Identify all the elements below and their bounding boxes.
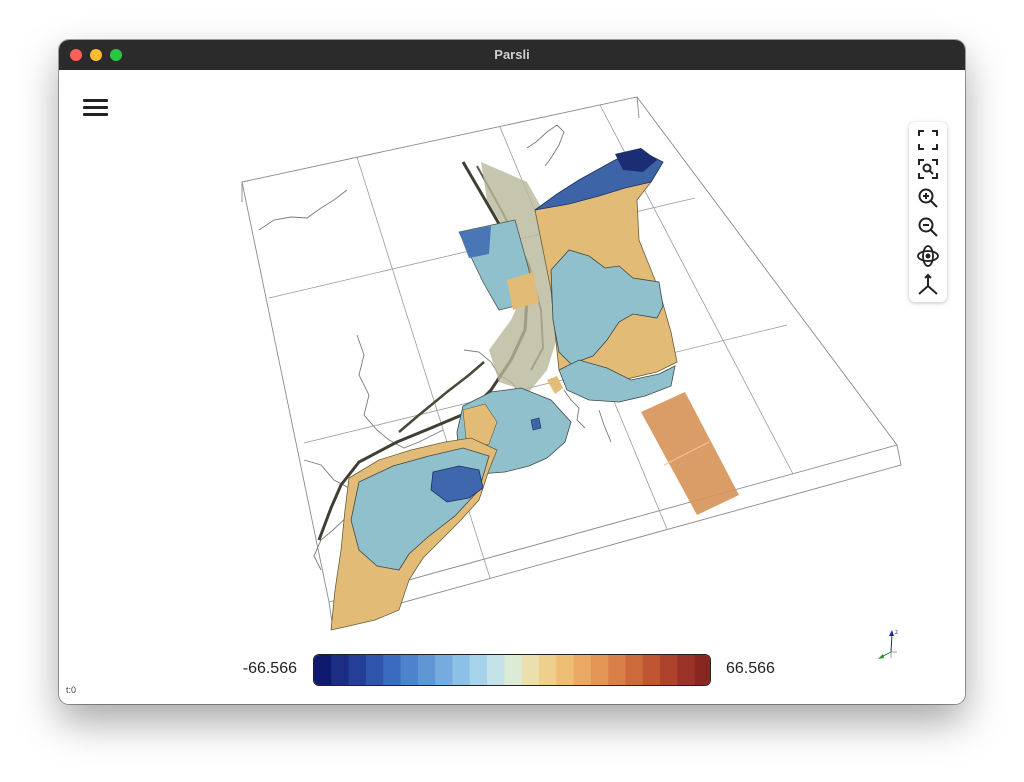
orientation-axes-widget: z [878,630,898,659]
colorbar-step [435,655,454,685]
fault-surface-scene[interactable] [59,70,965,704]
colorbar-step [642,655,661,685]
colorbar-step [487,655,505,685]
axes-orientation-button[interactable] [914,271,942,299]
colorbar-step [590,655,609,685]
zoom-in-button[interactable] [914,184,942,212]
colorbar-min-label: -66.566 [242,660,297,677]
rotate-icon [917,245,939,267]
colorbar-step [538,655,557,685]
axis-z-label: z [895,630,898,636]
colorbar-step [556,655,575,685]
colorbar-step [608,655,627,685]
colorbar-step [504,655,523,685]
app-window: Parsli -66.566 66.566 z t:0 [59,40,965,704]
zoom-out-button[interactable] [914,213,942,241]
window-title: Parsli [494,47,530,62]
colorbar-step [365,655,384,685]
isolated-patch [641,392,739,515]
colorbar-step [331,655,350,685]
3d-viewport[interactable]: -66.566 66.566 z t:0 [59,70,965,704]
colorbar-step [573,655,592,685]
zoom-in-icon [918,188,938,208]
colorbar-step [660,655,678,685]
colorbar-max-label: 66.566 [726,660,775,677]
northeast-surface [534,148,678,403]
colorbar-step [383,655,402,685]
colorbar-step [677,655,696,685]
colorbar-gradient [313,654,711,686]
time-readout: t:0 [66,685,77,695]
colorbar-step [452,655,471,685]
camera-toolbar [909,122,947,302]
menu-button[interactable] [83,96,109,118]
colorbar-step [400,655,419,685]
rotate-button[interactable] [914,242,942,270]
colorbar-legend: -66.566 66.566 [59,652,965,688]
colorbar-step [694,655,710,685]
zoom-to-region-icon [918,159,938,179]
zoom-out-icon [918,217,938,237]
axes-orientation-icon [918,273,938,295]
colorbar-step [521,655,540,685]
colorbar-step [417,655,436,685]
colorbar-step [314,655,332,685]
fullscreen-button[interactable] [914,126,942,154]
zoom-to-region-button[interactable] [914,155,942,183]
colorbar-step [469,655,488,685]
colorbar-step [625,655,644,685]
fullscreen-icon [918,130,938,150]
title-bar: Parsli [59,40,965,70]
colorbar-step [348,655,367,685]
